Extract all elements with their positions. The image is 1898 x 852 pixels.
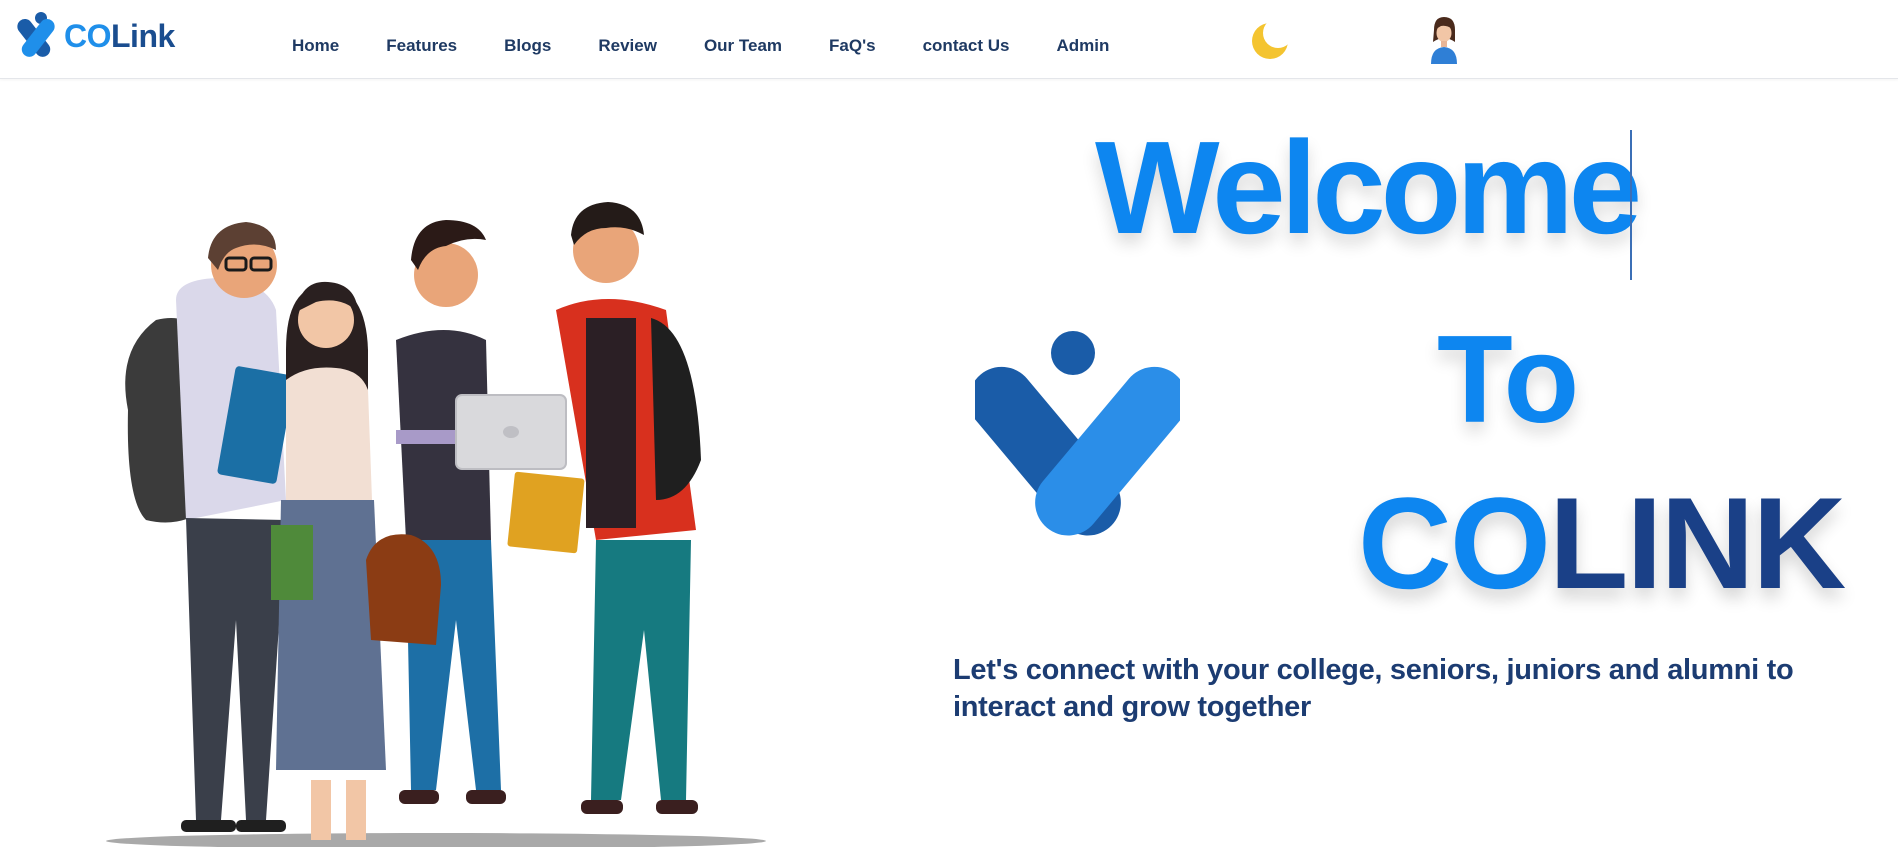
nav-link-home[interactable]: Home (292, 36, 339, 56)
hero-colink-heading: COLINK (1358, 478, 1846, 608)
nav-link-contact-us[interactable]: contact Us (923, 36, 1010, 56)
nav-link-faqs[interactable]: FaQ's (829, 36, 876, 56)
colink-logo-icon (17, 12, 55, 57)
brand-logo-link[interactable]: COLink (14, 10, 175, 62)
main-nav: Home Features Blogs Review Our Team FaQ'… (292, 36, 1156, 56)
group-of-students-illustration (96, 200, 841, 849)
nav-link-blogs[interactable]: Blogs (504, 36, 551, 56)
navbar: COLink Home Features Blogs Review Our Te… (0, 0, 1898, 79)
brand-name: COLink (64, 18, 175, 55)
hero-colink-logo-icon (968, 325, 1188, 560)
nav-link-features[interactable]: Features (386, 36, 457, 56)
user-avatar-icon[interactable] (1425, 14, 1463, 64)
student-1-figure (125, 222, 295, 832)
brand-name-link: Link (111, 17, 175, 54)
hero-colink-co: CO (1358, 470, 1551, 616)
hero-to-heading: To (1437, 311, 1580, 449)
student-4-figure (507, 202, 701, 814)
hero-welcome-heading: Welcome (1095, 114, 1642, 261)
nav-link-our-team[interactable]: Our Team (704, 36, 782, 56)
typing-caret (1630, 130, 1632, 280)
hero-colink-link: LINK (1549, 470, 1846, 616)
nav-link-admin[interactable]: Admin (1057, 36, 1110, 56)
moon-icon[interactable] (1250, 18, 1294, 62)
hero-tagline: Let's connect with your college, seniors… (953, 654, 1794, 723)
nav-link-review[interactable]: Review (598, 36, 657, 56)
brand-name-co: CO (64, 17, 112, 54)
